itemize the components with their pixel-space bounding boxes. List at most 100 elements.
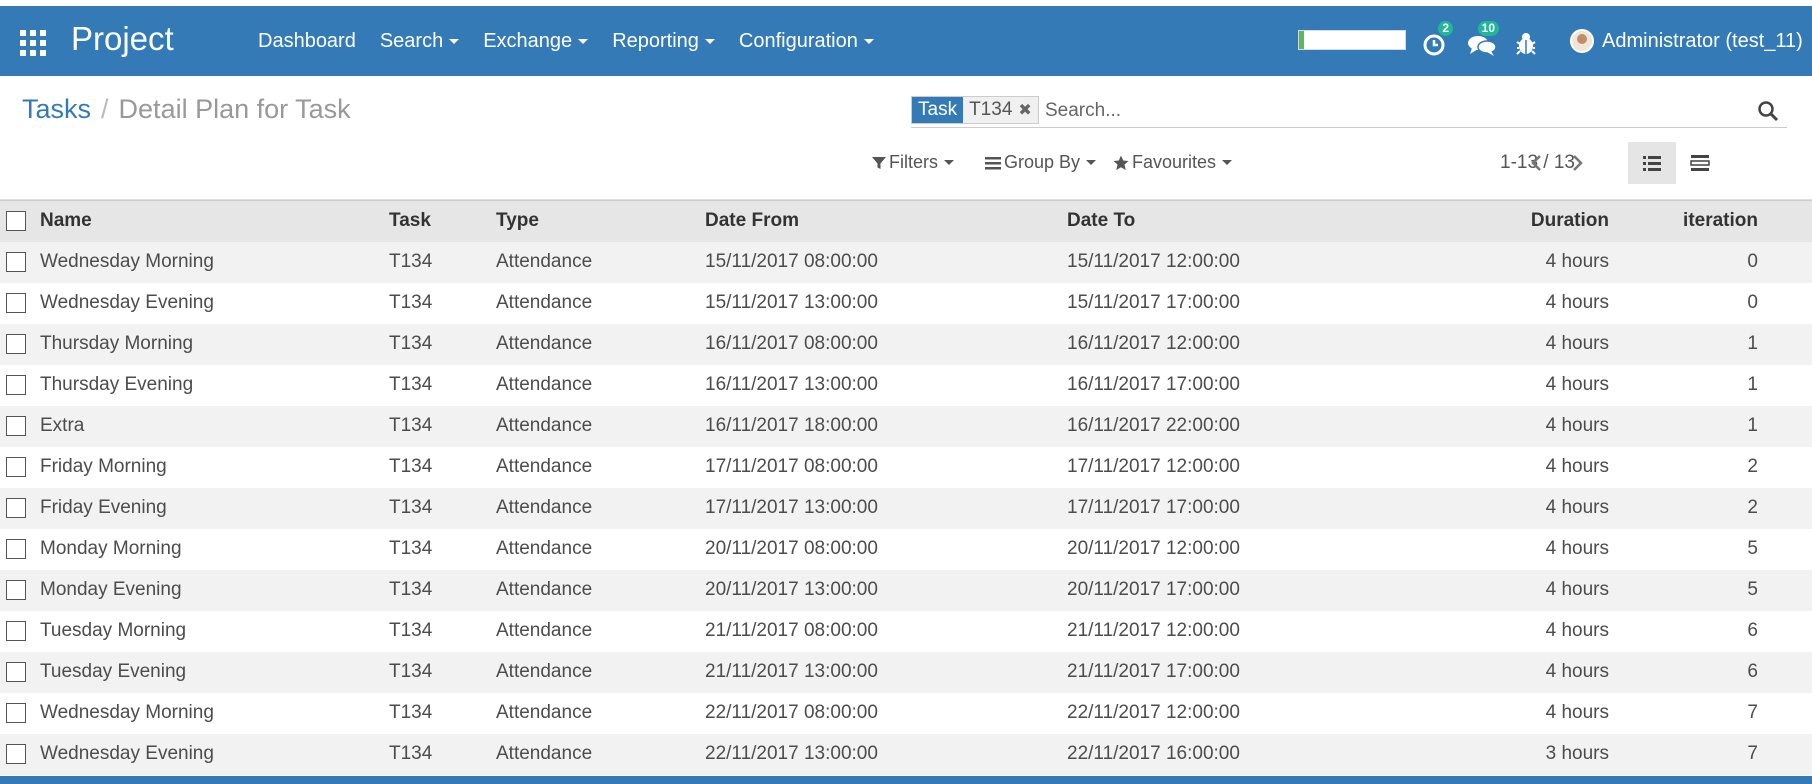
breadcrumb-current: Detail Plan for Task bbox=[118, 94, 351, 124]
menu-search[interactable]: Search bbox=[379, 29, 460, 53]
row-checkbox[interactable] bbox=[6, 374, 26, 395]
cell-duration: 4 hours bbox=[1545, 333, 1609, 354]
detail-view-button[interactable] bbox=[1676, 142, 1724, 184]
activity-clock-icon[interactable]: 2 bbox=[1420, 21, 1453, 58]
main-menu: Dashboard Search Exchange Reporting Conf… bbox=[258, 6, 898, 76]
bottom-bar bbox=[0, 776, 1812, 784]
caret-down-icon bbox=[944, 160, 954, 165]
table-row[interactable]: Monday Morning T134 Attendance 20/11/2017 0… bbox=[0, 528, 1812, 570]
row-checkbox[interactable] bbox=[6, 415, 26, 436]
row-checkbox[interactable] bbox=[6, 579, 26, 600]
cell-duration: 3 hours bbox=[1545, 743, 1609, 764]
user-menu[interactable]: Administrator (test_11) bbox=[1570, 26, 1803, 56]
cell-date-to: 20/11/2017 12:00:00 bbox=[1067, 538, 1240, 559]
tasks-table: Name Task Type Date From Date To Duratio… bbox=[0, 200, 1812, 775]
column-header-duration[interactable]: Duration bbox=[1397, 200, 1647, 242]
row-checkbox[interactable] bbox=[6, 661, 26, 682]
search-input[interactable] bbox=[1045, 98, 1645, 124]
row-checkbox[interactable] bbox=[6, 497, 26, 518]
cell-date-to: 21/11/2017 12:00:00 bbox=[1067, 620, 1240, 641]
apps-grid-icon[interactable] bbox=[20, 30, 46, 56]
cell-duration: 4 hours bbox=[1545, 292, 1609, 313]
row-select-cell bbox=[0, 529, 40, 570]
menu-exchange[interactable]: Exchange bbox=[483, 29, 589, 53]
table-row[interactable]: Thursday Evening T134 Attendance 16/11/2017… bbox=[0, 364, 1812, 406]
favourites-button[interactable]: Favourites bbox=[1113, 152, 1233, 173]
table-row[interactable]: Friday Morning T134 Attendance 17/11/2017 0… bbox=[0, 446, 1812, 488]
menu-dashboard[interactable]: Dashboard bbox=[258, 30, 356, 53]
menu-search-label: Search bbox=[379, 29, 444, 52]
table-row[interactable]: Extra T134 Attendance 16/11/2017 18:00:00 16… bbox=[0, 405, 1812, 447]
filter-icon bbox=[872, 156, 886, 169]
column-header-task[interactable]: Task bbox=[389, 200, 496, 242]
cell-type: Attendance bbox=[496, 415, 593, 436]
row-checkbox[interactable] bbox=[6, 251, 26, 272]
cell-iteration: 1 bbox=[1747, 333, 1758, 354]
table-row[interactable]: Wednesday Evening T134 Attendance 22/11/201… bbox=[0, 733, 1812, 775]
cell-iteration: 0 bbox=[1747, 292, 1758, 313]
group-by-button[interactable]: Group By bbox=[985, 152, 1097, 173]
column-header-iteration[interactable]: iteration bbox=[1647, 200, 1812, 242]
cell-task: T134 bbox=[389, 456, 433, 477]
cell-date-from: 16/11/2017 13:00:00 bbox=[705, 374, 878, 395]
cell-name: Tuesday Evening bbox=[40, 661, 187, 682]
column-header-type[interactable]: Type bbox=[496, 200, 705, 242]
menu-reporting[interactable]: Reporting bbox=[612, 30, 715, 53]
row-checkbox[interactable] bbox=[6, 292, 26, 313]
row-checkbox[interactable] bbox=[6, 620, 26, 641]
app-brand: Project bbox=[71, 20, 174, 57]
row-checkbox[interactable] bbox=[6, 743, 26, 764]
list-view-button[interactable] bbox=[1628, 142, 1676, 184]
table-row[interactable]: Friday Evening T134 Attendance 17/11/2017 1… bbox=[0, 487, 1812, 529]
cell-date-to: 17/11/2017 12:00:00 bbox=[1067, 456, 1240, 477]
chevron-left-icon[interactable] bbox=[1526, 150, 1548, 176]
search-facet[interactable]: Task T134 ✖ bbox=[911, 96, 1039, 124]
cell-name: Friday Morning bbox=[40, 456, 167, 477]
row-checkbox[interactable] bbox=[6, 333, 26, 354]
column-header-name[interactable]: Name bbox=[40, 200, 389, 242]
row-checkbox[interactable] bbox=[6, 702, 26, 723]
debug-bug-icon[interactable] bbox=[1511, 28, 1541, 58]
filters-button[interactable]: Filters bbox=[872, 152, 954, 173]
table-row[interactable]: Tuesday Evening T134 Attendance 21/11/2017 … bbox=[0, 651, 1812, 693]
cell-task: T134 bbox=[389, 579, 433, 600]
select-all-checkbox[interactable] bbox=[6, 211, 26, 232]
caret-down-icon bbox=[704, 38, 715, 44]
menu-exchange-label: Exchange bbox=[483, 29, 573, 52]
table-row[interactable]: Wednesday Morning T134 Attendance 22/11/201… bbox=[0, 692, 1812, 734]
detail-view-icon bbox=[1690, 155, 1710, 171]
cell-date-to: 15/11/2017 12:00:00 bbox=[1067, 251, 1240, 272]
chevron-right-icon[interactable] bbox=[1566, 150, 1588, 176]
row-select-cell bbox=[0, 693, 40, 734]
column-header-date-to[interactable]: Date To bbox=[1067, 200, 1397, 242]
messages-chat-icon[interactable]: 10 bbox=[1466, 21, 1499, 58]
table-row[interactable]: Tuesday Morning T134 Attendance 21/11/2017 … bbox=[0, 610, 1812, 652]
table-row[interactable]: Wednesday Evening T134 Attendance 15/11/201… bbox=[0, 282, 1812, 324]
cell-task: T134 bbox=[389, 497, 433, 518]
star-icon bbox=[1113, 155, 1129, 170]
cell-iteration: 6 bbox=[1747, 620, 1758, 641]
table-row[interactable]: Wednesday Morning T134 Attendance 15/11/201… bbox=[0, 241, 1812, 283]
cell-name: Monday Evening bbox=[40, 579, 182, 600]
list-view: Name Task Type Date From Date To Duratio… bbox=[0, 200, 1812, 775]
column-header-date-from[interactable]: Date From bbox=[705, 200, 1067, 242]
cell-task: T134 bbox=[389, 415, 433, 436]
row-checkbox[interactable] bbox=[6, 538, 26, 559]
facet-remove-icon[interactable]: ✖ bbox=[1018, 102, 1031, 119]
row-select-cell bbox=[0, 324, 40, 365]
breadcrumb-tasks-link[interactable]: Tasks bbox=[22, 94, 91, 124]
row-checkbox[interactable] bbox=[6, 456, 26, 477]
facet-value: T134 ✖ bbox=[963, 97, 1038, 123]
cell-duration: 4 hours bbox=[1545, 456, 1609, 477]
cell-name: Tuesday Morning bbox=[40, 620, 187, 641]
table-row[interactable]: Monday Evening T134 Attendance 20/11/2017 1… bbox=[0, 569, 1812, 611]
cell-type: Attendance bbox=[496, 661, 593, 682]
cell-task: T134 bbox=[389, 538, 433, 559]
menu-configuration[interactable]: Configuration bbox=[739, 30, 874, 53]
row-select-cell bbox=[0, 652, 40, 693]
table-row[interactable]: Thursday Morning T134 Attendance 16/11/2017… bbox=[0, 323, 1812, 365]
cell-iteration: 2 bbox=[1747, 497, 1758, 518]
table-body: Wednesday Morning T134 Attendance 15/11/201… bbox=[0, 241, 1812, 775]
row-select-cell bbox=[0, 488, 40, 529]
search-icon[interactable] bbox=[1757, 100, 1779, 122]
